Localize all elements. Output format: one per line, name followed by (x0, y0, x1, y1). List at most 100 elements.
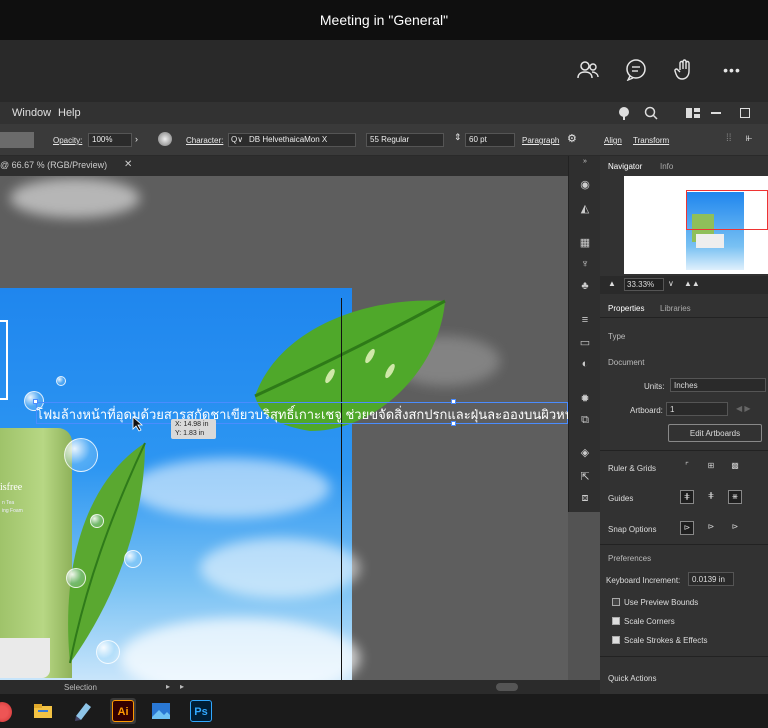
font-size-field[interactable]: 60 pt (465, 133, 515, 147)
quick-actions-label: Quick Actions (608, 674, 657, 683)
ruler-icon[interactable]: ⌜ (680, 460, 694, 474)
notes-app-icon[interactable] (72, 700, 94, 722)
align-grid-icon[interactable]: ⁞⁞ (726, 133, 732, 144)
edit-artboards-button[interactable]: Edit Artboards (668, 424, 762, 442)
logo-frame (0, 320, 8, 400)
menu-window[interactable]: Window (12, 107, 51, 119)
sun-icon[interactable]: ✹ (577, 392, 593, 406)
smart-guides-icon[interactable]: ⋇ (728, 490, 742, 504)
align-label[interactable]: Align (604, 136, 622, 145)
headline-text[interactable]: โฟมล้างหน้าที่อุดมด้วยสารสกัดชาเขียวบริส… (36, 404, 568, 425)
units-dropdown[interactable]: Inches (670, 378, 766, 392)
close-tab-icon[interactable]: ✕ (124, 159, 132, 170)
layers-icon[interactable]: ◈ (577, 446, 593, 460)
show-guides-icon[interactable]: ⋕ (680, 490, 694, 504)
export-icon[interactable]: ⇱ (577, 470, 593, 484)
zoom-out-icon[interactable]: ▲ (608, 279, 616, 288)
photoshop-app-icon[interactable]: Ps (190, 700, 212, 722)
scroll-thumb[interactable] (496, 683, 518, 691)
navigator-preview[interactable] (624, 176, 768, 274)
font-family-field[interactable]: DB HelvethaicaMon X (228, 133, 356, 147)
photos-app-icon[interactable] (150, 700, 172, 722)
bubble (66, 568, 86, 588)
people-icon[interactable] (574, 56, 602, 84)
fill-swatch[interactable] (0, 132, 34, 148)
recolor-icon[interactable] (158, 132, 172, 146)
bubble (56, 376, 66, 386)
brush-icon[interactable] (617, 106, 631, 123)
illustrator-app-icon: Ai (112, 700, 134, 722)
scale-corners-checkbox[interactable] (612, 617, 620, 625)
grid-icon[interactable]: ⊞ (704, 460, 718, 474)
opacity-field[interactable]: 100% (88, 133, 132, 147)
raise-hand-icon[interactable] (670, 56, 698, 84)
status-bar: Selection ▸ ▸ (0, 680, 600, 694)
minimize-icon[interactable] (711, 112, 721, 114)
distribute-icon[interactable]: ⫦ (746, 132, 752, 145)
search-icon[interactable] (644, 106, 658, 123)
artboard-cloud (120, 618, 360, 680)
teams-toolbar (0, 40, 768, 102)
document-tab-label: @ 66.67 % (RGB/Preview) (0, 160, 108, 170)
document-tab[interactable]: @ 66.67 % (RGB/Preview) ✕ (0, 156, 568, 176)
size-stepper-icon[interactable]: ⇕ (454, 132, 462, 143)
file-explorer-icon[interactable] (32, 700, 54, 722)
appearance-icon[interactable]: ◉ (577, 178, 593, 192)
divider (600, 544, 768, 545)
snap-grid-icon[interactable]: ⊳ (704, 521, 718, 535)
type-label: Type (608, 332, 626, 341)
stroke-icon[interactable]: ≡ (577, 314, 593, 328)
maximize-icon[interactable] (740, 108, 750, 118)
lock-guides-icon[interactable]: ⋕ (704, 490, 718, 504)
artboard-nav-icon[interactable]: ◀ ▶ (736, 404, 751, 413)
transform-label[interactable]: Transform (633, 136, 669, 145)
zoom-field[interactable]: 33.33% (624, 278, 664, 291)
swatches-icon[interactable]: ▦ (577, 236, 593, 250)
status-arrow-icon[interactable]: ▸ (166, 682, 170, 691)
tube-cap (0, 638, 50, 678)
tab-properties[interactable]: Properties (608, 304, 644, 313)
artboard-canvas[interactable]: isfree n Tea ing Foam โฟมล้างหน้าที่อุดม… (0, 176, 568, 680)
artboard-boundary (341, 298, 342, 680)
transparency-grid-icon[interactable]: ▩ (728, 460, 742, 474)
character-label[interactable]: Character: (186, 136, 223, 145)
artboards-icon[interactable]: ⧈ (577, 492, 593, 506)
tab-info[interactable]: Info (660, 162, 673, 171)
workspace-icon[interactable] (686, 108, 700, 121)
ruler-grids-label: Ruler & Grids (608, 464, 657, 473)
symbols-icon[interactable]: ♣ (577, 280, 593, 294)
more-label: ••• (723, 62, 741, 78)
guides-label: Guides (608, 494, 634, 503)
keyboard-increment-field[interactable]: 0.0139 in (688, 572, 734, 586)
snap-pixel-icon[interactable]: ⊳ (728, 521, 742, 535)
status-arrow-icon[interactable]: ▸ (180, 682, 184, 691)
tab-navigator[interactable]: Navigator (608, 162, 642, 171)
chat-icon[interactable] (622, 56, 650, 84)
scale-strokes-checkbox[interactable] (612, 636, 620, 644)
brush-panel-icon[interactable]: ◭ (577, 202, 593, 216)
brushes-icon[interactable]: ♆ (577, 258, 593, 272)
chevron-right-icon[interactable]: › (135, 134, 138, 144)
menu-help[interactable]: Help (58, 107, 81, 119)
canvas-cloud (10, 178, 140, 218)
more-options-button[interactable]: ••• (718, 56, 746, 84)
zoom-in-icon[interactable]: ▲▲ (684, 279, 700, 288)
collapse-icon[interactable]: » (577, 158, 593, 172)
chrome-icon[interactable] (0, 702, 12, 722)
navigator-zoom-bar: ▲ 33.33% ∨ ▲▲ (600, 276, 768, 294)
keyboard-increment-label: Keyboard Increment: (606, 576, 681, 585)
paragraph-label[interactable]: Paragraph (522, 136, 559, 145)
artboard-dropdown[interactable]: 1 (666, 402, 728, 416)
snap-point-icon[interactable]: ⊳ (680, 521, 694, 535)
font-style-field[interactable]: 55 Regular (366, 133, 444, 147)
use-preview-bounds-checkbox[interactable] (612, 598, 620, 606)
gradient-icon[interactable]: ▭ (577, 336, 593, 350)
transparency-icon[interactable]: ◐ (577, 358, 593, 372)
navigator-viewport[interactable] (686, 190, 768, 230)
opacity-label[interactable]: Opacity: (53, 136, 82, 145)
image-trace-icon[interactable]: ⧉ (577, 414, 593, 428)
document-label: Document (608, 358, 645, 367)
glyph-icon[interactable]: ⚙ (567, 132, 577, 145)
zoom-dropdown-icon[interactable]: ∨ (668, 279, 674, 288)
tab-libraries[interactable]: Libraries (660, 304, 691, 313)
